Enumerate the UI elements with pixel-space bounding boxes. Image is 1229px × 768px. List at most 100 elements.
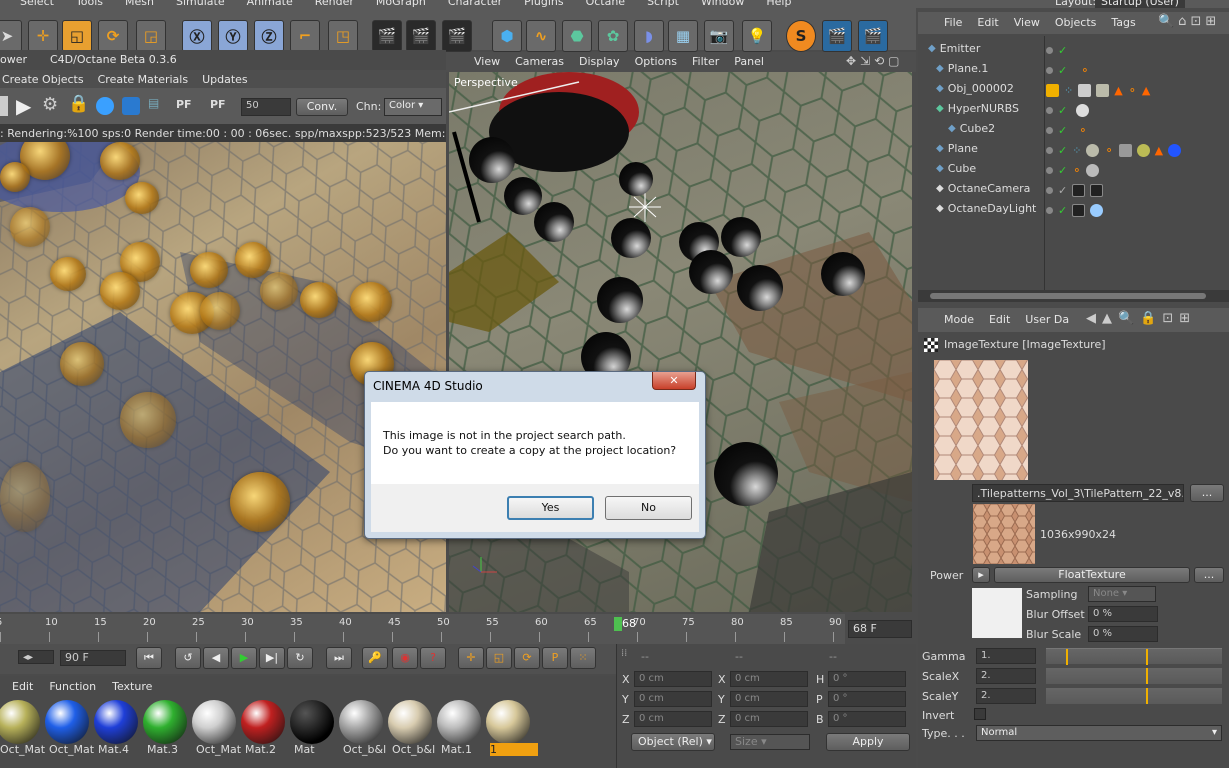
cube-tags[interactable]: ✓ ⚬: [1046, 164, 1100, 177]
spline-icon[interactable]: ∿: [526, 20, 556, 52]
end-frame-input[interactable]: 90 F: [60, 650, 126, 666]
om-menu-item-2[interactable]: View: [1014, 16, 1040, 29]
nurbs-icon[interactable]: ⬣: [562, 20, 592, 52]
coord-value-input[interactable]: 0 cm: [730, 711, 808, 727]
prev-key-icon[interactable]: ↺: [175, 647, 201, 669]
viewport-menu-item-1[interactable]: Cameras: [515, 55, 564, 68]
gamma-input[interactable]: 1.: [976, 648, 1036, 664]
material-swatch[interactable]: [437, 700, 481, 744]
mm-menu-item-0[interactable]: Edit: [12, 680, 33, 693]
power-arrow-button[interactable]: ▸: [972, 567, 990, 583]
conv-button[interactable]: Conv.: [296, 98, 348, 116]
type-dropdown[interactable]: Normal ▾: [976, 725, 1222, 741]
scalex-slider[interactable]: [1046, 668, 1222, 684]
gamma-slider[interactable]: [1046, 648, 1222, 665]
goto-start-icon[interactable]: ⏮: [136, 647, 162, 669]
blur-scale-input[interactable]: 0 %: [1088, 626, 1158, 642]
mm-menu-item-2[interactable]: Texture: [112, 680, 152, 693]
settings-gear-icon[interactable]: ⚙: [42, 94, 58, 115]
material-swatch[interactable]: [192, 700, 236, 744]
coord-mode-dropdown[interactable]: Object (Rel) ▾: [631, 733, 715, 751]
coord-handle-icon[interactable]: ⁞⁞: [621, 648, 627, 659]
float-texture-button[interactable]: FloatTexture: [994, 567, 1190, 583]
deformer-icon[interactable]: ◗: [634, 20, 664, 52]
render-settings-icon[interactable]: 🎬: [442, 20, 472, 52]
main-menu-item-5[interactable]: Render: [315, 0, 354, 8]
daylight-tags[interactable]: ✓: [1046, 204, 1104, 217]
coord-value-input[interactable]: 0 cm: [730, 691, 808, 707]
main-menu-item-7[interactable]: Character: [448, 0, 502, 8]
am-menu-item-2[interactable]: User Da: [1025, 313, 1069, 326]
material-swatch[interactable]: [45, 700, 89, 744]
current-frame-input[interactable]: 68 F: [848, 620, 912, 638]
min-frame-stepper[interactable]: ◂▸: [18, 650, 54, 664]
blur-offset-input[interactable]: 0 %: [1088, 606, 1158, 622]
playhead[interactable]: [614, 617, 622, 631]
timeline-ruler[interactable]: 51015202530354045505560657075808590 68: [0, 614, 845, 644]
am-nav-icons[interactable]: ◀▲🔍🔒⊡⊞: [1086, 311, 1196, 326]
dialog-close-button[interactable]: ✕: [652, 372, 696, 390]
octane-menu-item-2[interactable]: Updates: [202, 73, 248, 86]
keyframe-selection-icon[interactable]: ?: [420, 647, 446, 669]
main-menu-item-12[interactable]: Help: [766, 0, 791, 8]
main-menu-item-6[interactable]: MoGraph: [376, 0, 426, 8]
key-rotation-icon[interactable]: ⟳: [514, 647, 540, 669]
tree-item-1[interactable]: ◆ Plane.1: [922, 58, 1044, 78]
main-menu-item-10[interactable]: Script: [647, 0, 679, 8]
record-key-icon[interactable]: 🔑: [362, 647, 388, 669]
cube2-tags[interactable]: ✓ ⚬: [1046, 124, 1087, 137]
octane-clapper2-icon[interactable]: 🎬: [858, 20, 888, 52]
lock-icon[interactable]: 🔒: [68, 94, 89, 114]
chn-dropdown[interactable]: Color ▾: [384, 98, 442, 116]
main-menu-item-4[interactable]: Animate: [247, 0, 293, 8]
tree-item-8[interactable]: ◆ OctaneDayLight: [922, 198, 1044, 218]
tree-item-5[interactable]: ◆ Plane: [922, 138, 1044, 158]
om-menu-item-0[interactable]: File: [944, 16, 962, 29]
power-tab[interactable]: ower: [0, 53, 27, 66]
cube-primitive-icon[interactable]: ⬢: [492, 20, 522, 52]
file-path-field[interactable]: .Tilepatterns_Vol_3\TilePattern_22_v8.jp…: [972, 484, 1184, 502]
main-menu-item-11[interactable]: Window: [701, 0, 744, 8]
viewport-menu-item-2[interactable]: Display: [579, 55, 620, 68]
autokey-icon[interactable]: ◉: [392, 647, 418, 669]
viewport-menu-item-0[interactable]: View: [474, 55, 500, 68]
render-picture-viewer-icon[interactable]: 🎬: [406, 20, 436, 52]
camera-icon[interactable]: 📷: [704, 20, 734, 52]
no-button[interactable]: No: [605, 496, 692, 520]
coord-value-input[interactable]: 0 cm: [730, 671, 808, 687]
om-menu-item-1[interactable]: Edit: [977, 16, 998, 29]
array-icon[interactable]: ✿: [598, 20, 628, 52]
octane-s-icon[interactable]: S: [786, 20, 816, 52]
apply-button[interactable]: Apply: [826, 733, 910, 751]
viewport-menu-item-4[interactable]: Filter: [692, 55, 719, 68]
coord-value-input[interactable]: 0 cm: [634, 671, 712, 687]
om-menu-item-3[interactable]: Objects: [1055, 16, 1097, 29]
render-view-icon[interactable]: 🎬: [372, 20, 402, 52]
main-menu-item-1[interactable]: Tools: [76, 0, 103, 8]
scale-tool-icon[interactable]: ◱: [62, 20, 92, 52]
scaley-slider[interactable]: [1046, 688, 1222, 704]
plane-tags[interactable]: ✓ ⁘ ⚬ ▲: [1046, 144, 1182, 157]
om-toolbar-icons[interactable]: 🔍⌂⊡⊞: [1158, 14, 1220, 29]
pause-icon[interactable]: [0, 96, 8, 116]
browse-button[interactable]: ...: [1190, 484, 1224, 502]
plane1-tags[interactable]: ✓ ⚬: [1046, 64, 1089, 77]
main-menu-item-3[interactable]: Simulate: [176, 0, 225, 8]
main-menu-item-0[interactable]: Select: [20, 0, 54, 8]
tree-item-7[interactable]: ◆ OctaneCamera: [922, 178, 1044, 198]
yes-button[interactable]: Yes: [507, 496, 594, 520]
material-swatch[interactable]: [339, 700, 383, 744]
play-forward-icon[interactable]: ▶: [231, 647, 257, 669]
next-frame-icon[interactable]: ▶|: [259, 647, 285, 669]
scaley-input[interactable]: 2.: [976, 688, 1036, 704]
play-icon[interactable]: ▶: [16, 94, 31, 118]
om-horizontal-scrollbar[interactable]: [918, 290, 1229, 302]
material-swatch[interactable]: [94, 700, 138, 744]
emitter-tags[interactable]: ✓: [1046, 44, 1067, 57]
tree-item-6[interactable]: ◆ Cube: [922, 158, 1044, 178]
x-axis-lock-icon[interactable]: Ⓧ: [182, 20, 212, 52]
next-key-icon[interactable]: ↻: [287, 647, 313, 669]
goto-end-icon[interactable]: ⏭: [326, 647, 352, 669]
mm-menu-item-1[interactable]: Function: [49, 680, 96, 693]
image-icon[interactable]: ▤: [148, 96, 159, 110]
